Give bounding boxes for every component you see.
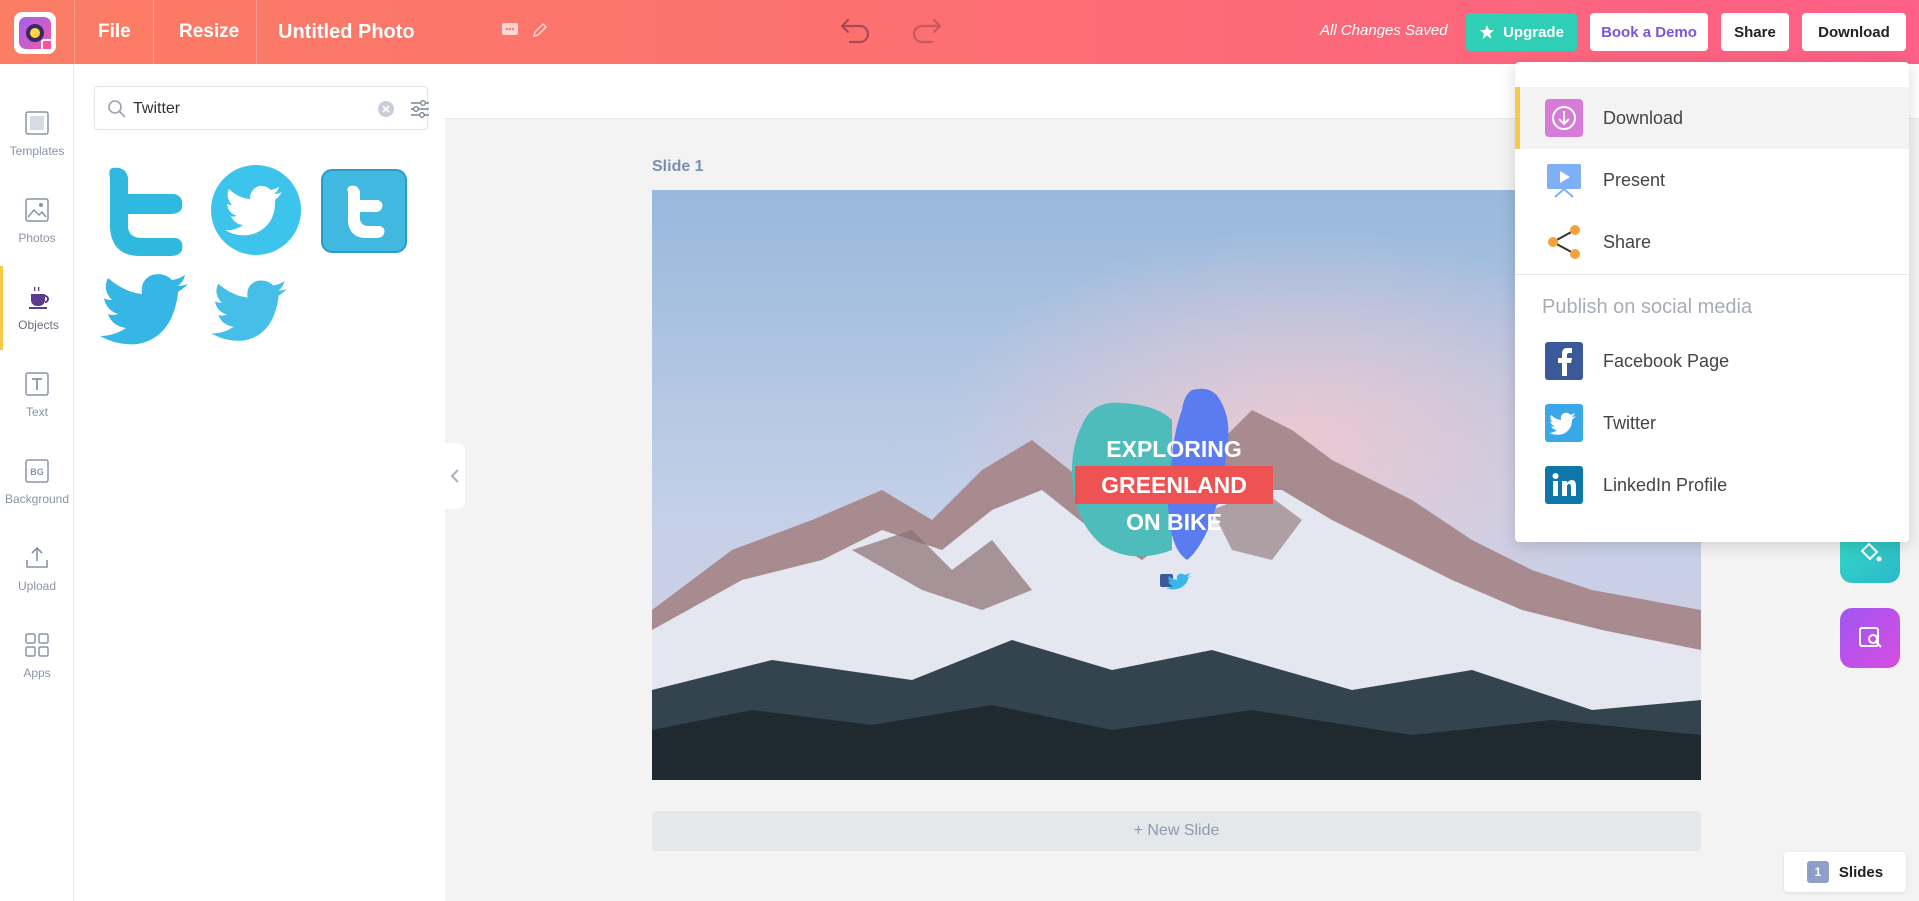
filter-icon[interactable]	[409, 98, 431, 120]
sidebar-item-apps[interactable]: Apps	[0, 614, 74, 698]
headline-line-1: EXPLORING	[1106, 436, 1241, 462]
resize-menu[interactable]: Resize	[179, 0, 239, 64]
twitter-t-logo-icon[interactable]	[98, 162, 194, 258]
menu-item-twitter[interactable]: Twitter	[1515, 392, 1909, 454]
sidebar-item-label: Text	[25, 405, 48, 419]
comment-icon[interactable]	[500, 20, 520, 40]
sidebar-item-label: Objects	[18, 318, 59, 332]
sidebar-item-photos[interactable]: Photos	[0, 179, 74, 263]
download-icon	[1545, 99, 1583, 137]
sidebar-item-label: Upload	[17, 579, 57, 593]
twitter-circle-logo-icon[interactable]	[208, 162, 304, 258]
menu-item-label: LinkedIn Profile	[1603, 474, 1728, 495]
templates-icon	[25, 111, 49, 135]
collapse-panel-handle[interactable]	[445, 443, 465, 509]
divider	[256, 0, 257, 64]
share-button[interactable]: Share	[1721, 13, 1789, 51]
sidebar-item-text[interactable]: Text	[0, 353, 74, 437]
document-title[interactable]: Untitled Photo	[278, 0, 415, 64]
file-menu[interactable]: File	[98, 0, 131, 64]
left-rail: Templates Photos Objects Text BG Backgro…	[0, 64, 74, 901]
menu-divider	[1515, 274, 1909, 275]
search-input[interactable]	[133, 97, 353, 121]
linkedin-icon	[1545, 466, 1583, 504]
twitter-square-logo-icon[interactable]	[316, 162, 412, 258]
menu-item-linkedin[interactable]: LinkedIn Profile	[1515, 454, 1909, 516]
sidebar-item-label: Background	[4, 492, 70, 506]
sidebar-item-templates[interactable]: Templates	[0, 92, 74, 176]
top-bar: File Resize Untitled Photo All Changes S…	[0, 0, 1919, 64]
svg-text:BG: BG	[30, 467, 44, 477]
sidebar-item-upload[interactable]: Upload	[0, 527, 74, 611]
logo-mark-icon	[19, 17, 53, 51]
menu-item-facebook[interactable]: Facebook Page	[1515, 330, 1909, 392]
search-box	[94, 86, 431, 130]
book-demo-button[interactable]: Book a Demo	[1590, 13, 1708, 51]
menu-item-download[interactable]: Download	[1515, 87, 1909, 149]
chevron-left-icon	[450, 469, 459, 483]
menu-item-label: Facebook Page	[1603, 350, 1730, 371]
redo-icon[interactable]	[910, 16, 944, 46]
objects-icon	[28, 286, 49, 309]
undo-icon[interactable]	[838, 16, 872, 46]
text-icon	[25, 372, 49, 396]
menu-item-label: Download	[1603, 107, 1684, 128]
background-icon: BG	[25, 459, 49, 483]
pencil-icon[interactable]	[530, 20, 550, 40]
slides-button[interactable]: 1 Slides	[1784, 852, 1906, 892]
image-search-fab[interactable]	[1840, 608, 1900, 668]
download-menu: Download Present Share Publish on social…	[1515, 62, 1909, 542]
slides-label: Slides	[1838, 863, 1884, 881]
apps-icon	[25, 633, 49, 657]
menu-item-share[interactable]: Share	[1515, 211, 1909, 273]
social-heading: Publish on social media	[1542, 296, 1753, 318]
facebook-icon	[1545, 342, 1583, 380]
star-icon	[1480, 25, 1495, 39]
menu-item-label: Present	[1603, 169, 1666, 190]
photos-icon	[25, 198, 49, 222]
sidebar-item-label: Apps	[23, 666, 51, 680]
upgrade-label: Upgrade	[1503, 23, 1564, 41]
menu-item-present[interactable]: Present	[1515, 149, 1909, 211]
new-slide-button[interactable]: + New Slide	[652, 811, 1701, 851]
twitter-bird-small-icon[interactable]	[208, 270, 294, 356]
download-button[interactable]: Download	[1802, 13, 1906, 51]
search-icon	[108, 100, 126, 118]
divider	[74, 0, 75, 64]
save-status: All Changes Saved	[1320, 22, 1448, 39]
image-search-icon	[1859, 627, 1882, 648]
app-logo[interactable]	[14, 12, 56, 54]
twitter-icon	[1545, 404, 1583, 442]
sidebar-item-label: Photos	[18, 231, 56, 245]
upload-icon	[26, 546, 48, 568]
menu-item-label: Share	[1603, 231, 1652, 252]
sidebar-item-background[interactable]: BG Background	[0, 440, 74, 524]
share-icon	[1548, 225, 1580, 259]
sidebar-item-label: Templates	[9, 144, 65, 158]
slides-count: 1	[1806, 861, 1829, 883]
present-icon	[1547, 164, 1581, 198]
clear-search-icon[interactable]	[377, 100, 395, 118]
menu-item-label: Twitter	[1603, 412, 1657, 433]
paint-bucket-icon	[1860, 542, 1882, 562]
headline-line-2: GREENLAND	[1101, 472, 1247, 498]
objects-panel	[74, 64, 445, 901]
upgrade-button[interactable]: Upgrade	[1466, 13, 1577, 51]
headline-line-3: ON BIKE	[1126, 509, 1222, 535]
divider	[153, 0, 154, 64]
sidebar-item-objects[interactable]: Objects	[0, 266, 74, 350]
slide-label: Slide 1	[652, 158, 704, 175]
twitter-bird-icon[interactable]	[96, 264, 196, 360]
